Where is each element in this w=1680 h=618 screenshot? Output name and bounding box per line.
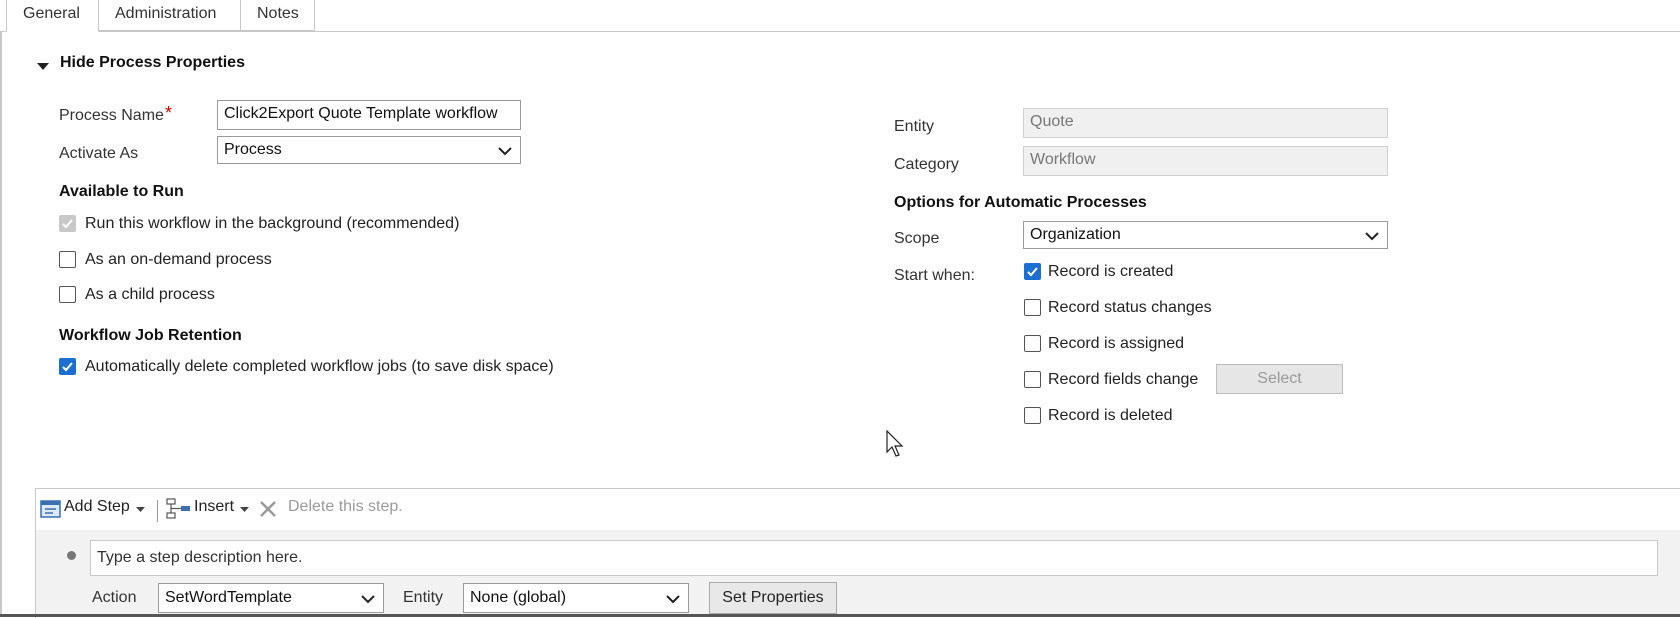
tab-general-label: General bbox=[23, 5, 80, 22]
child-process-checkbox[interactable] bbox=[59, 286, 76, 303]
tab-administration-label: Administration bbox=[115, 5, 217, 22]
action-value: SetWordTemplate bbox=[165, 589, 292, 606]
entity-value: Quote bbox=[1030, 113, 1074, 130]
start-when-label: Start when: bbox=[894, 267, 975, 284]
select-fields-button-label: Select bbox=[1257, 370, 1302, 387]
dropdown-arrow-icon bbox=[136, 507, 145, 512]
triangle-down-icon bbox=[37, 63, 49, 70]
tab-administration[interactable]: Administration bbox=[98, 0, 241, 31]
entity-field: Quote bbox=[1023, 108, 1388, 138]
toolbar-separator bbox=[157, 500, 158, 522]
step-entity-select[interactable]: None (global) bbox=[463, 583, 689, 613]
step-entity-value: None (global) bbox=[470, 589, 567, 606]
on-demand-label: As an on-demand process bbox=[85, 251, 272, 268]
tab-bar: General Administration Notes bbox=[0, 0, 1680, 32]
category-value: Workflow bbox=[1030, 151, 1096, 168]
category-label: Category bbox=[894, 156, 959, 173]
automatic-options-heading: Options for Automatic Processes bbox=[894, 194, 1147, 211]
available-to-run-heading: Available to Run bbox=[59, 183, 184, 200]
add-step-label: Add Step bbox=[64, 498, 130, 515]
step-description-placeholder: Type a step description here. bbox=[97, 549, 303, 566]
tab-notes[interactable]: Notes bbox=[240, 0, 315, 31]
process-name-label: Process Name bbox=[59, 107, 164, 124]
chevron-down-icon bbox=[666, 595, 680, 604]
run-in-background-label: Run this workflow in the background (rec… bbox=[85, 215, 460, 232]
scope-select[interactable]: Organization bbox=[1023, 221, 1388, 249]
activate-as-value: Process bbox=[224, 141, 282, 158]
record-assigned-checkbox[interactable] bbox=[1024, 335, 1041, 352]
delete-x-icon bbox=[260, 501, 276, 517]
record-assigned-label: Record is assigned bbox=[1048, 335, 1185, 352]
insert-icon bbox=[166, 498, 190, 519]
check-icon bbox=[62, 219, 73, 229]
record-deleted-label: Record is deleted bbox=[1048, 407, 1173, 424]
process-name-input[interactable]: Click2Export Quote Template workflow bbox=[217, 100, 521, 130]
tab-notes-label: Notes bbox=[257, 5, 299, 22]
job-retention-heading: Workflow Job Retention bbox=[59, 327, 242, 344]
record-deleted-checkbox[interactable] bbox=[1024, 407, 1041, 424]
chevron-down-icon bbox=[1365, 232, 1379, 241]
set-properties-button[interactable]: Set Properties bbox=[709, 582, 837, 614]
insert-label: Insert bbox=[194, 498, 235, 515]
record-status-changes-checkbox[interactable] bbox=[1024, 299, 1041, 316]
mouse-cursor-icon bbox=[886, 430, 904, 457]
child-process-label: As a child process bbox=[85, 286, 215, 303]
action-label: Action bbox=[92, 589, 137, 606]
chevron-down-icon bbox=[498, 147, 512, 156]
category-field: Workflow bbox=[1023, 146, 1388, 176]
panel-border bbox=[0, 31, 2, 617]
required-marker: * bbox=[165, 103, 173, 123]
add-step-icon bbox=[40, 500, 61, 518]
auto-delete-jobs-checkbox[interactable] bbox=[59, 358, 76, 375]
action-select[interactable]: SetWordTemplate bbox=[158, 583, 384, 613]
select-fields-button[interactable]: Select bbox=[1216, 364, 1343, 394]
on-demand-checkbox[interactable] bbox=[59, 251, 76, 268]
check-icon bbox=[62, 362, 73, 372]
record-fields-change-label: Record fields change bbox=[1048, 371, 1199, 388]
record-status-changes-label: Record status changes bbox=[1048, 299, 1212, 316]
record-created-label: Record is created bbox=[1048, 263, 1174, 280]
tab-general[interactable]: General bbox=[6, 0, 99, 32]
run-in-background-checkbox[interactable] bbox=[59, 215, 76, 232]
step-description-input[interactable]: Type a step description here. bbox=[90, 540, 1658, 576]
check-icon bbox=[1027, 267, 1038, 277]
chevron-down-icon bbox=[361, 595, 375, 604]
auto-delete-jobs-label: Automatically delete completed workflow … bbox=[85, 358, 554, 375]
dropdown-arrow-icon bbox=[240, 507, 249, 512]
process-name-value: Click2Export Quote Template workflow bbox=[224, 105, 498, 122]
activate-as-select[interactable]: Process bbox=[217, 136, 521, 164]
scope-value: Organization bbox=[1030, 226, 1121, 243]
entity-label: Entity bbox=[894, 118, 935, 135]
section-title: Hide Process Properties bbox=[60, 54, 245, 71]
record-fields-change-checkbox[interactable] bbox=[1024, 371, 1041, 388]
record-created-checkbox[interactable] bbox=[1024, 263, 1041, 280]
step-entity-label: Entity bbox=[403, 589, 444, 606]
scope-label: Scope bbox=[894, 230, 940, 247]
step-bullet-icon bbox=[67, 551, 76, 560]
activate-as-label: Activate As bbox=[59, 145, 139, 162]
set-properties-label: Set Properties bbox=[722, 589, 824, 606]
delete-step-label: Delete this step. bbox=[288, 498, 403, 515]
